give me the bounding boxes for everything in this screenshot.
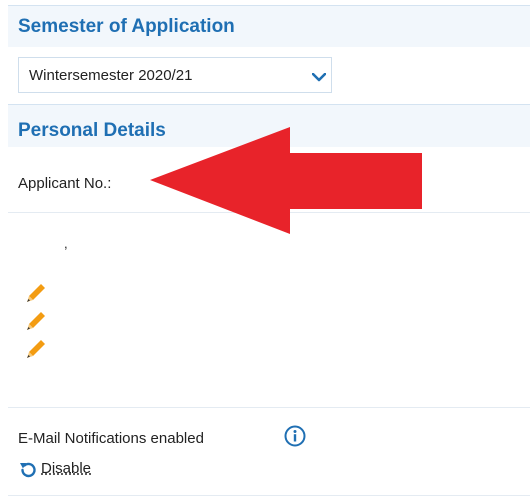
personal-details-title: Personal Details [18, 120, 166, 141]
divider [8, 495, 530, 496]
disable-notifications-link[interactable]: Disable [41, 460, 91, 477]
info-icon[interactable] [284, 425, 306, 447]
chevron-down-icon [312, 73, 326, 82]
pencil-icon[interactable] [25, 282, 47, 304]
pencil-icon[interactable] [25, 338, 47, 360]
email-notifications-label: E-Mail Notifications enabled [18, 430, 204, 447]
applicant-number-label: Applicant No.: [18, 175, 112, 192]
pencil-icon[interactable] [25, 310, 47, 332]
refresh-icon[interactable] [18, 460, 38, 480]
divider [8, 407, 530, 408]
application-page: Semester of Application Wintersemester 2… [0, 0, 530, 504]
annotation-arrow [150, 127, 422, 234]
semester-select-value: Wintersemester 2020/21 [29, 67, 193, 84]
stray-text: , [64, 236, 68, 251]
semester-title: Semester of Application [18, 16, 235, 37]
semester-select[interactable]: Wintersemester 2020/21 [18, 57, 332, 93]
